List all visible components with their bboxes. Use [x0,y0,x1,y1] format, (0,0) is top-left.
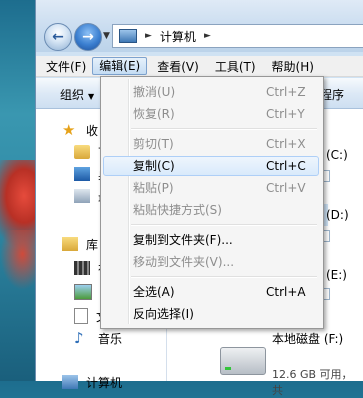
menu-tools[interactable]: 工具(T) [205,56,262,76]
breadcrumb-chevron-icon[interactable]: ► [145,31,152,41]
breadcrumb-computer[interactable]: 计算机 [160,28,196,45]
nav-music[interactable]: ♪ 音乐 [74,329,122,347]
download-folder-icon [74,145,90,159]
recent-places-icon [74,189,90,203]
menu-invert-selection[interactable]: 反向选择(I) [104,304,318,324]
nav-computer[interactable]: 计算机 [62,373,122,391]
breadcrumb-chevron-icon[interactable]: ► [204,31,211,41]
forward-button[interactable]: → [74,23,102,51]
menu-move-to-folder[interactable]: 移动到文件夹(V)... [104,252,318,272]
library-icon [62,237,78,251]
drive-f-free-space: 12.6 GB 可用，共 [272,368,353,397]
menu-separator [131,128,317,130]
nav-favorites[interactable]: ★ 收 [62,121,98,139]
address-bar[interactable]: ► 计算机 ► [112,24,363,48]
menu-select-all[interactable]: 全选(A) Ctrl+A [104,282,318,302]
menu-paste-shortcut[interactable]: 粘贴快捷方式(S) [104,200,318,220]
nav-libraries[interactable]: 库 [62,235,98,253]
document-icon [74,308,88,324]
menu-separator [131,276,317,278]
drive-c-label[interactable]: (C:) [326,148,348,162]
music-note-icon: ♪ [74,329,84,347]
star-icon: ★ [62,121,76,139]
picture-icon [74,284,92,300]
organize-button[interactable]: 组织 ▼ [60,86,94,103]
organize-label: 组织 [60,88,85,102]
arrow-left-icon: ← [52,29,64,45]
menu-file[interactable]: 文件(F) [36,56,92,76]
menu-copy-to-folder[interactable]: 复制到文件夹(F)... [104,230,318,250]
video-icon [74,261,90,275]
menu-edit[interactable]: 编辑(E) [92,57,148,75]
arrow-right-icon: → [82,29,94,45]
computer-icon [119,29,137,43]
drive-d-label[interactable]: (D:) [326,208,349,222]
menu-redo[interactable]: 恢复(R) Ctrl+Y [104,104,318,124]
menu-bar: 文件(F) 编辑(E) 查看(V) 工具(T) 帮助(H) [36,56,363,77]
desktop-icon [74,167,90,181]
edit-menu-dropdown: 撤消(U) Ctrl+Z 恢复(R) Ctrl+Y 剪切(T) Ctrl+X 复… [100,76,324,329]
menu-undo[interactable]: 撤消(U) Ctrl+Z [104,82,318,102]
drive-e-label[interactable]: (E:) [326,268,347,282]
back-button[interactable]: ← [44,23,72,51]
menu-paste[interactable]: 粘贴(P) Ctrl+V [104,178,318,198]
menu-cut[interactable]: 剪切(T) Ctrl+X [104,134,318,154]
drive-f-label[interactable]: 本地磁盘 (F:) [272,330,343,347]
menu-separator [131,224,317,226]
menu-view[interactable]: 查看(V) [147,56,205,76]
computer-icon [62,375,78,389]
history-dropdown-icon[interactable]: ▼ [103,31,110,41]
hard-drive-icon[interactable] [220,347,266,375]
title-area: ← → ▼ ► 计算机 ► [36,0,363,52]
menu-help[interactable]: 帮助(H) [262,56,320,76]
chevron-down-icon: ▼ [88,92,95,101]
menu-copy[interactable]: 复制(C) Ctrl+C [103,156,319,176]
